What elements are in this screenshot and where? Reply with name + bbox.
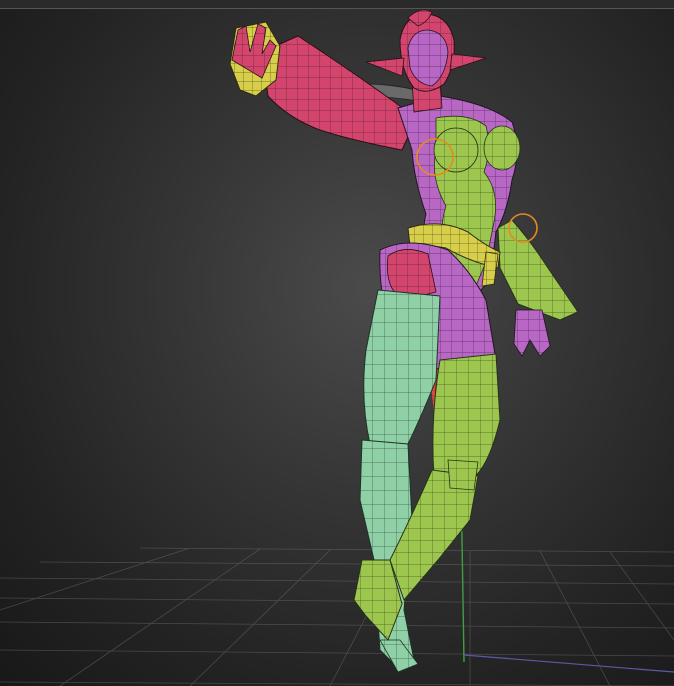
knee-pad <box>447 459 479 491</box>
x-axis-line <box>463 654 674 673</box>
ear-right <box>449 53 487 71</box>
scene-canvas[interactable] <box>0 0 674 686</box>
3d-viewport[interactable] <box>0 0 674 686</box>
lowered-hand <box>513 309 551 357</box>
chest-right <box>483 125 521 171</box>
left-thigh <box>363 289 441 449</box>
chest-left <box>433 127 479 173</box>
floor-grid <box>0 547 674 686</box>
ear-left <box>365 57 405 77</box>
